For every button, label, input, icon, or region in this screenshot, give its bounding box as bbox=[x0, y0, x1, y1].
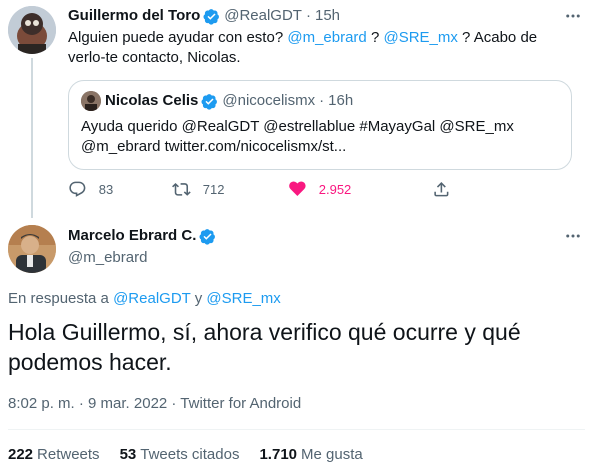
reply-count: 83 bbox=[98, 181, 114, 197]
tweet-guillermo[interactable]: Guillermo del Toro @RealGDT · 15h Alguie… bbox=[68, 6, 583, 68]
reply-and: y bbox=[190, 290, 207, 307]
thread-line bbox=[31, 58, 33, 218]
quotes-count: 53 bbox=[119, 446, 137, 463]
tweet-marcelo-header: Marcelo Ebrard C. @m_ebrard bbox=[68, 226, 220, 268]
more-icon[interactable] bbox=[563, 226, 583, 246]
quoted-text-line: Ayuda querido @RealGDT @estrellablue #Ma… bbox=[81, 118, 514, 135]
mention-sre-mx[interactable]: @SRE_mx bbox=[383, 29, 457, 46]
tweet-actions: 83 712 2.952 bbox=[68, 180, 488, 202]
more-icon[interactable] bbox=[563, 6, 583, 26]
tweet-text: Alguien puede ayudar con esto? @m_ebrard… bbox=[68, 28, 573, 68]
avatar-marcelo[interactable] bbox=[8, 225, 56, 273]
author-name[interactable]: Guillermo del Toro bbox=[68, 6, 200, 26]
divider bbox=[8, 429, 585, 430]
separator-dot: · bbox=[319, 92, 325, 109]
quoted-tweet-header: Nicolas Celis @nicocelismx · 16h bbox=[81, 91, 353, 111]
retweets-label: Retweets bbox=[37, 446, 100, 463]
heart-icon bbox=[289, 181, 306, 196]
mention-m-ebrard[interactable]: @m_ebrard bbox=[287, 29, 366, 46]
retweets-count: 222 bbox=[8, 446, 34, 463]
retweets-stat[interactable]: 222 Retweets bbox=[8, 445, 100, 465]
quotes-stat[interactable]: 53 Tweets citados bbox=[120, 445, 240, 465]
quoted-text-line: @m_ebrard twitter.com/nicocelismx/st... bbox=[81, 138, 347, 155]
reply-prefix: En respuesta a bbox=[8, 290, 114, 307]
retweet-button[interactable]: 712 bbox=[172, 180, 224, 199]
quotes-label: Tweets citados bbox=[140, 446, 240, 463]
likes-count: 1.710 bbox=[259, 446, 298, 463]
tweet-text-part: ? bbox=[366, 29, 384, 46]
quoted-tweet-text: Ayuda querido @RealGDT @estrellablue #Ma… bbox=[81, 117, 561, 157]
like-count: 2.952 bbox=[318, 181, 352, 197]
avatar-nicolas bbox=[81, 91, 101, 111]
verified-badge-icon bbox=[199, 228, 216, 245]
avatar-guillermo[interactable] bbox=[8, 6, 56, 54]
reply-context: En respuesta a @RealGDT y @SRE_mx bbox=[8, 289, 281, 309]
tweet-header: Guillermo del Toro @RealGDT · 15h bbox=[68, 6, 583, 26]
share-icon bbox=[434, 182, 449, 197]
quoted-author-handle: @nicocelismx bbox=[222, 92, 316, 109]
separator-dot: · bbox=[305, 7, 311, 24]
author-name[interactable]: Marcelo Ebrard C. bbox=[68, 226, 196, 246]
likes-stat[interactable]: 1.710 Me gusta bbox=[259, 445, 362, 465]
quoted-tweet-time: 16h bbox=[328, 92, 354, 109]
tweet-timestamp[interactable]: 8:02 p. m. · 9 mar. 2022 · Twitter for A… bbox=[8, 394, 301, 414]
retweet-count: 712 bbox=[202, 181, 225, 197]
reply-mention-sre-mx[interactable]: @SRE_mx bbox=[206, 290, 280, 307]
verified-badge-icon bbox=[201, 93, 218, 110]
reply-button[interactable]: 83 bbox=[68, 180, 113, 199]
like-button[interactable]: 2.952 bbox=[288, 180, 351, 199]
quoted-tweet[interactable]: Nicolas Celis @nicocelismx · 16h Ayuda q… bbox=[68, 80, 572, 170]
tweet-time[interactable]: 15h bbox=[315, 6, 340, 26]
verified-badge-icon bbox=[203, 8, 220, 25]
main-tweet-text: Hola Guillermo, sí, ahora verifico qué o… bbox=[8, 319, 521, 375]
reply-icon bbox=[69, 181, 86, 197]
author-handle[interactable]: @m_ebrard bbox=[68, 248, 220, 268]
engagement-stats: 222 Retweets 53 Tweets citados 1.710 Me gus… bbox=[8, 445, 383, 465]
reply-mention-realgdt[interactable]: @RealGDT bbox=[113, 290, 190, 307]
author-handle[interactable]: @RealGDT bbox=[224, 6, 302, 26]
quoted-author-name: Nicolas Celis bbox=[105, 92, 199, 109]
share-button[interactable] bbox=[432, 180, 451, 199]
likes-label: Me gusta bbox=[301, 446, 363, 463]
tweet-text-part: Alguien puede ayudar con esto? bbox=[68, 29, 288, 46]
retweet-icon bbox=[172, 183, 191, 196]
